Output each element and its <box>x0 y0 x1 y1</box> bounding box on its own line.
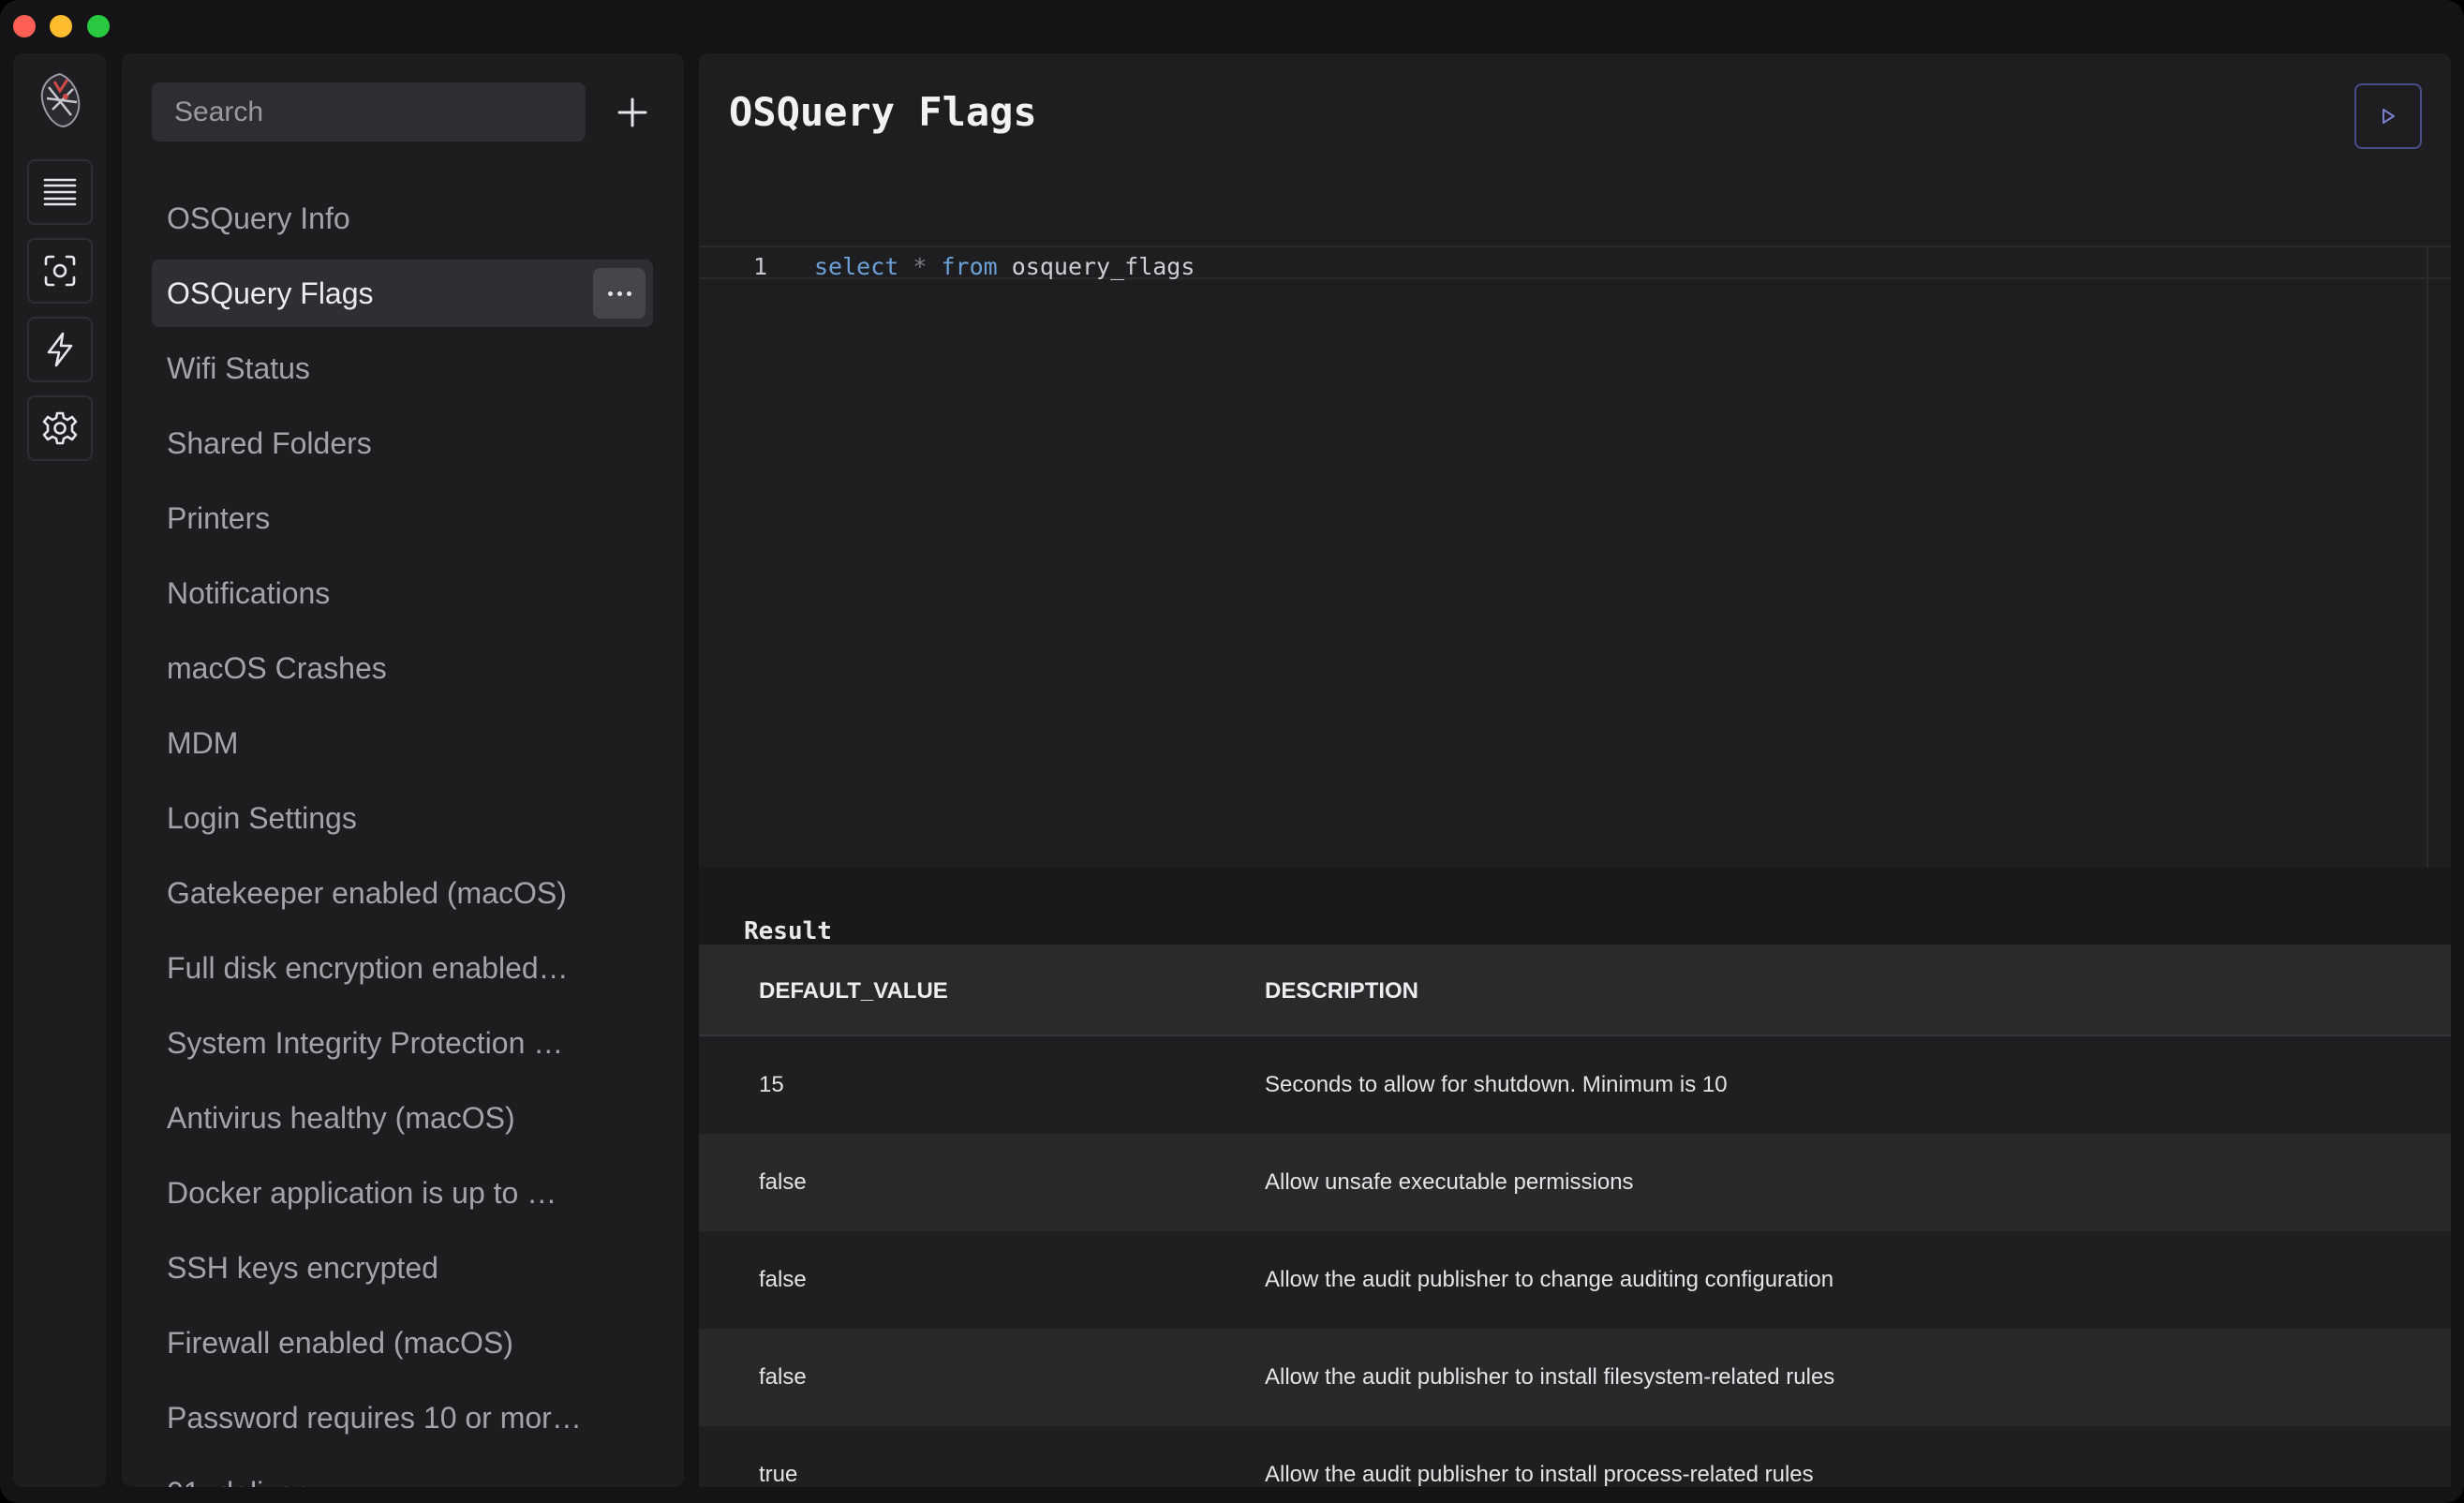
app-window: OSQuery Info OSQuery Flags Wifi Status Shar… <box>0 0 2464 1503</box>
title-bar <box>0 0 2464 52</box>
result-label: Result <box>744 917 832 945</box>
icon-rail <box>13 53 106 1487</box>
column-header[interactable]: DEFAULT_VALUE <box>759 978 948 1004</box>
query-sidebar: OSQuery Info OSQuery Flags Wifi Status Shar… <box>122 53 684 1487</box>
close-window-button[interactable] <box>13 15 36 37</box>
query-list-item[interactable]: macOS Crashes <box>152 634 653 702</box>
table-cell: Allow the audit publisher to change audi… <box>1265 1267 1834 1292</box>
ellipsis-dot-icon <box>607 290 613 296</box>
query-list-item-label: OSQuery Info <box>167 201 350 235</box>
table-row[interactable]: false Allow unsafe executable permissions <box>699 1134 2451 1231</box>
query-list-item[interactable]: OSQuery Info <box>152 185 653 252</box>
rail-list-button[interactable] <box>27 159 93 225</box>
query-list-item[interactable]: Full disk encryption enabled… <box>152 934 653 1002</box>
table-cell: Allow unsafe executable permissions <box>1265 1169 1634 1195</box>
query-list-item-label: Notifications <box>167 575 331 610</box>
table-cell: false <box>759 1364 807 1390</box>
query-list-item[interactable]: Printers <box>152 484 653 552</box>
query-list-item[interactable]: MDM <box>152 709 653 777</box>
query-list-item[interactable]: Docker application is up to … <box>152 1159 653 1227</box>
search-input[interactable] <box>152 82 586 141</box>
query-list-item[interactable]: System Integrity Protection … <box>152 1009 653 1077</box>
query-list-item-label: Full disk encryption enabled… <box>167 950 569 985</box>
ellipsis-dot-icon <box>626 290 631 296</box>
code-text: select * from osquery_flags <box>814 253 1195 280</box>
query-list-item-label: SSH keys encrypted <box>167 1250 438 1285</box>
gear-icon <box>42 411 78 445</box>
query-list-item-label: Antivirus healthy (macOS) <box>167 1100 515 1135</box>
query-list-item[interactable]: Antivirus healthy (macOS) <box>152 1084 653 1152</box>
code-keyword: from <box>941 253 998 280</box>
rail-live-button[interactable] <box>27 317 93 382</box>
query-list-item[interactable]: 01_delivery <box>152 1459 653 1488</box>
query-list-item-label: Gatekeeper enabled (macOS) <box>167 875 567 910</box>
query-list-item-label: MDM <box>167 725 239 760</box>
run-query-button[interactable] <box>2354 83 2422 149</box>
add-query-button[interactable] <box>609 89 656 136</box>
table-cell: false <box>759 1169 807 1195</box>
query-list-item[interactable]: Password requires 10 or mor… <box>152 1384 653 1451</box>
table-row[interactable]: false Allow the audit publisher to instal… <box>699 1329 2451 1426</box>
minimize-window-button[interactable] <box>50 15 72 37</box>
query-list-item-label: 01_delivery <box>167 1476 320 1488</box>
code-operator: * <box>898 253 942 280</box>
query-list-item-label: Wifi Status <box>167 350 310 385</box>
dragon-logo-icon <box>32 68 88 134</box>
plus-icon <box>617 97 647 127</box>
table-row[interactable]: true Allow the audit publisher to install… <box>699 1426 2451 1487</box>
code-keyword: select <box>814 253 899 280</box>
table-cell: Allow the audit publisher to install pro… <box>1265 1462 1814 1487</box>
query-list-item-label: Docker application is up to … <box>167 1175 557 1210</box>
play-icon <box>2382 109 2395 124</box>
more-options-button[interactable] <box>593 268 646 319</box>
query-list-item[interactable]: SSH keys encrypted <box>152 1234 653 1302</box>
query-list-item[interactable]: Shared Folders <box>152 409 653 477</box>
line-number: 1 <box>753 253 768 280</box>
query-list-item[interactable]: Wifi Status <box>152 335 653 402</box>
list-icon <box>43 178 77 206</box>
main-panel: OSQuery Flags 1 select * from osquery_fl… <box>699 53 2451 1487</box>
query-list-item-label: Printers <box>167 500 271 535</box>
table-cell: true <box>759 1462 798 1487</box>
maximize-window-button[interactable] <box>87 15 110 37</box>
query-list-item-label: Password requires 10 or mor… <box>167 1400 582 1435</box>
page-title: OSQuery Flags <box>729 89 1037 135</box>
sql-editor[interactable]: 1 select * from osquery_flags <box>699 246 2451 868</box>
scan-icon <box>44 255 76 287</box>
query-list-item[interactable]: Notifications <box>152 559 653 627</box>
table-cell: Seconds to allow for shutdown. Minimum i… <box>1265 1072 1728 1097</box>
query-list-item[interactable]: OSQuery Flags <box>152 260 653 327</box>
table-header: DEFAULT_VALUE DESCRIPTION <box>699 945 2451 1036</box>
result-header <box>699 868 2451 945</box>
code-identifier: osquery_flags <box>997 253 1195 280</box>
table-row[interactable]: false Allow the audit publisher to change… <box>699 1231 2451 1329</box>
query-list-item[interactable]: Gatekeeper enabled (macOS) <box>152 859 653 927</box>
table-cell: 15 <box>759 1072 784 1097</box>
column-header[interactable]: DESCRIPTION <box>1265 978 1418 1004</box>
ellipsis-dot-icon <box>616 290 622 296</box>
query-list-item-label: macOS Crashes <box>167 650 387 685</box>
query-list-item-label: Firewall enabled (macOS) <box>167 1325 513 1360</box>
rail-scan-button[interactable] <box>27 238 93 304</box>
query-list-item-label: Login Settings <box>167 800 357 835</box>
query-list-item[interactable]: Login Settings <box>152 784 653 852</box>
bolt-icon <box>47 332 73 367</box>
query-list-item-label: Shared Folders <box>167 425 372 460</box>
query-list-item-label: OSQuery Flags <box>167 275 374 310</box>
rail-settings-button[interactable] <box>27 395 93 461</box>
table-cell: Allow the audit publisher to install fil… <box>1265 1364 1835 1390</box>
table-row[interactable]: 15 Seconds to allow for shutdown. Minimum… <box>699 1036 2451 1134</box>
editor-line: 1 select * from osquery_flags <box>699 246 2451 280</box>
query-list-item[interactable]: Firewall enabled (macOS) <box>152 1309 653 1377</box>
table-cell: false <box>759 1267 807 1292</box>
query-list-item-label: System Integrity Protection … <box>167 1025 564 1060</box>
